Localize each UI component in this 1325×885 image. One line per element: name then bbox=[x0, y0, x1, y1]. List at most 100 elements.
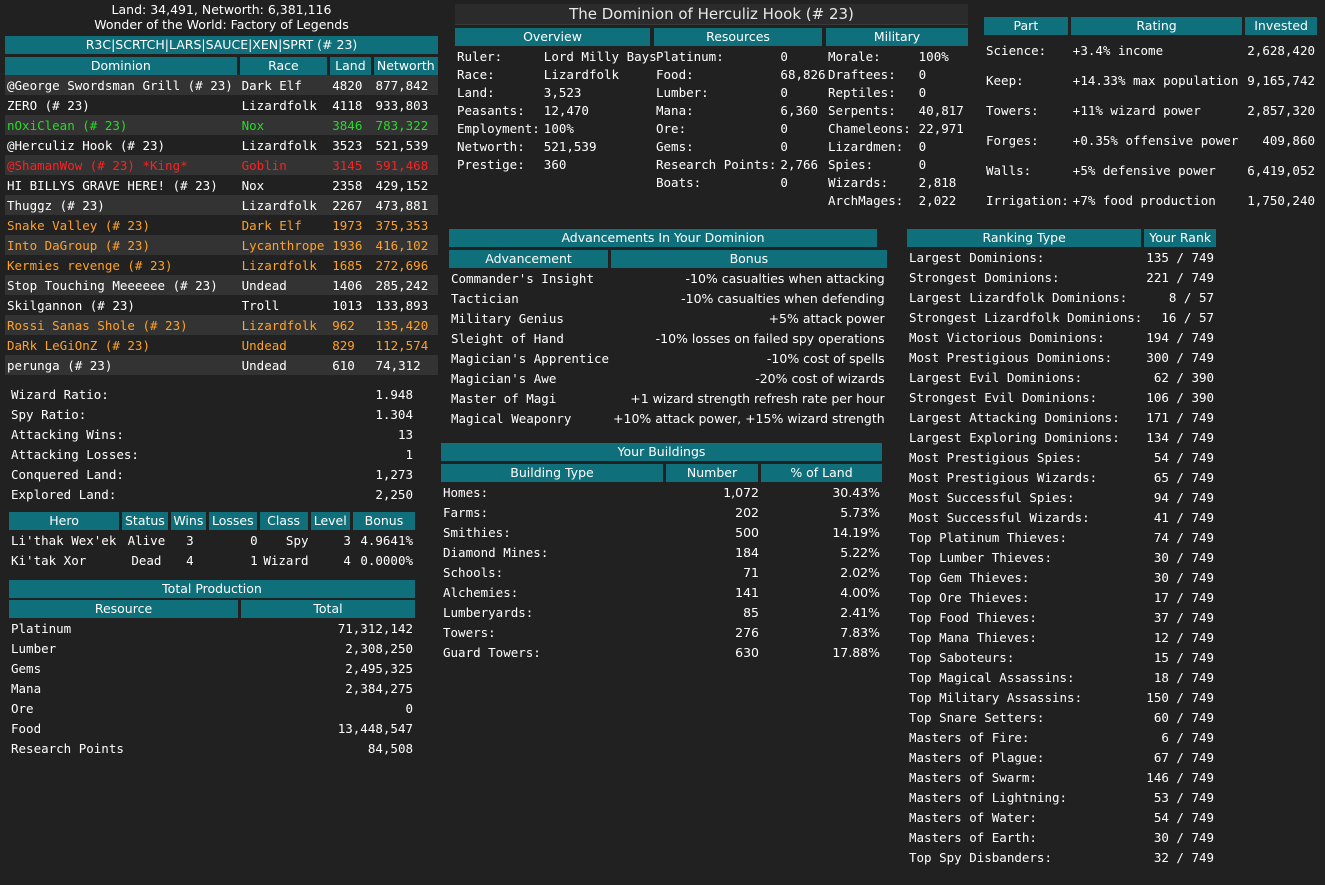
dominion-networth: 375,353 bbox=[375, 217, 429, 233]
building-type: Farms: bbox=[443, 504, 489, 520]
dominion-name-link[interactable]: Snake Valley (# 23) bbox=[5, 215, 240, 235]
dominion-networth: 473,881 bbox=[375, 197, 429, 213]
overview-table: Ruler: Lord Milly Bays Race: Lizardfolk Land… bbox=[455, 47, 659, 173]
realm-row[interactable]: Rossi Sanas Shole (# 23) Lizardfolk 962 135… bbox=[5, 315, 438, 335]
hero-level: 3 bbox=[343, 532, 351, 548]
ranking-type: Largest Dominions: bbox=[909, 249, 1045, 265]
production-resource: Gems bbox=[11, 660, 42, 676]
ranking-value: 194 / 749 bbox=[1146, 329, 1215, 345]
ranking-value: 65 / 749 bbox=[1153, 469, 1215, 485]
ranking-row: Masters of Swarm: 146 / 749 bbox=[907, 767, 1216, 787]
ranking-value: 146 / 749 bbox=[1146, 769, 1215, 785]
dominion-name-link[interactable]: Rossi Sanas Shole (# 23) bbox=[5, 315, 240, 335]
dominion-name-link[interactable]: @Herculiz Hook (# 23) bbox=[5, 135, 240, 155]
realm-row[interactable]: @ShamanWow (# 23) *King* Goblin 3145 591,46… bbox=[5, 155, 438, 175]
advancement-row: Commander's Insight -10% casualties when … bbox=[449, 268, 887, 288]
ranking-value: 135 / 749 bbox=[1146, 249, 1215, 265]
military-header: Military bbox=[826, 28, 968, 46]
ratio-value: 1.948 bbox=[375, 386, 413, 402]
realm-row[interactable]: DaRk LeGiOnZ (# 23) Undead 829 112,574 bbox=[5, 335, 438, 355]
overview-value: 100% bbox=[543, 120, 574, 136]
resources-table: Platinum: 0 Food: 68,826 Lumber: 0 Mana: 6,360 O… bbox=[654, 47, 828, 191]
dominion-name-link[interactable]: HI BILLYS GRAVE HERE! (# 23) bbox=[5, 175, 240, 195]
building-row: Schools: 71 2.02% bbox=[441, 562, 882, 582]
dominion-name-link[interactable]: Skilgannon (# 23) bbox=[5, 295, 240, 315]
improvement-rating: +3.4% income bbox=[1072, 42, 1164, 58]
production-total: 13,448,547 bbox=[337, 720, 413, 736]
overview-row: Prestige: 360 bbox=[455, 155, 659, 173]
dominion-name-link[interactable]: DaRk LeGiOnZ (# 23) bbox=[5, 335, 240, 355]
advancement-bonus: -10% losses on failed spy operations bbox=[655, 330, 885, 346]
kingdom-land-networth: Land: 34,491, Networth: 6,381,116 bbox=[111, 2, 332, 17]
production-total: 0 bbox=[405, 700, 413, 716]
col-invested: Invested bbox=[1245, 17, 1317, 35]
ranking-type: Strongest Evil Dominions: bbox=[909, 389, 1098, 405]
improvement-invested: 2,857,320 bbox=[1247, 102, 1315, 118]
resource-label: Research Points: bbox=[656, 156, 777, 172]
realm-row[interactable]: Snake Valley (# 23) Dark Elf 1973 375,353 bbox=[5, 215, 438, 235]
ranking-value: 221 / 749 bbox=[1146, 269, 1215, 285]
overview-label: Race: bbox=[457, 66, 495, 82]
overview-row: Race: Lizardfolk bbox=[455, 65, 659, 83]
dominion-name-link[interactable]: Into DaGroup (# 23) bbox=[5, 235, 240, 255]
ranking-row: Top Spy Disbanders: 32 / 749 bbox=[907, 847, 1216, 867]
col-class: Class bbox=[259, 512, 311, 530]
realm-row[interactable]: Stop Touching Meeeeee (# 23) Undead 1406 28… bbox=[5, 275, 438, 295]
wonder-of-the-world: Wonder of the World: Factory of Legends bbox=[94, 17, 349, 32]
production-resource: Lumber bbox=[11, 640, 57, 656]
realm-row[interactable]: Skilgannon (# 23) Troll 1013 133,893 bbox=[5, 295, 438, 315]
overview-value: Lizardfolk bbox=[543, 66, 620, 82]
ranking-row: Most Prestigious Dominions: 300 / 749 bbox=[907, 347, 1216, 367]
dominion-name-link[interactable]: perunga (# 23) bbox=[5, 355, 240, 375]
military-row: Chameleons: 22,971 bbox=[826, 119, 968, 137]
realm-row[interactable]: nOxiClean (# 23) Nox 3846 783,322 bbox=[5, 115, 438, 135]
realm-row[interactable]: Thuggz (# 23) Lizardfolk 2267 473,881 bbox=[5, 195, 438, 215]
improvement-invested: 9,165,742 bbox=[1247, 72, 1315, 88]
dominion-land: 3846 bbox=[332, 117, 363, 133]
production-total: 2,308,250 bbox=[345, 640, 413, 656]
dominion-name-link[interactable]: Stop Touching Meeeeee (# 23) bbox=[5, 275, 240, 295]
realm-row[interactable]: @George Swordsman Grill (# 23) Dark Elf 48… bbox=[5, 75, 438, 95]
dominion-networth: 133,893 bbox=[375, 297, 429, 313]
production-resource: Mana bbox=[11, 680, 42, 696]
advancement-bonus: -20% cost of wizards bbox=[755, 370, 885, 386]
realm-row[interactable]: ZERO (# 23) Lizardfolk 4118 933,803 bbox=[5, 95, 438, 115]
realm-row[interactable]: perunga (# 23) Undead 610 74,312 bbox=[5, 355, 438, 375]
dominion-name-link[interactable]: @ShamanWow (# 23) *King* bbox=[5, 155, 240, 175]
improvement-invested: 2,628,420 bbox=[1247, 42, 1315, 58]
improvement-rating: +0.35% offensive power bbox=[1072, 132, 1239, 148]
ranking-row: Top Magical Assassins: 18 / 749 bbox=[907, 667, 1216, 687]
dominion-name-link[interactable]: @George Swordsman Grill (# 23) bbox=[5, 75, 240, 95]
dominion-name-link[interactable]: Kermies revenge (# 23) bbox=[5, 255, 240, 275]
ranking-row: Masters of Plague: 67 / 749 bbox=[907, 747, 1216, 767]
resource-row: Ore: 0 bbox=[654, 119, 828, 137]
improvement-part: Keep: bbox=[986, 72, 1024, 88]
realm-row[interactable]: HI BILLYS GRAVE HERE! (# 23) Nox 2358 429,1… bbox=[5, 175, 438, 195]
realm-row[interactable]: Kermies revenge (# 23) Lizardfolk 1685 272,… bbox=[5, 255, 438, 275]
realm-row[interactable]: Into DaGroup (# 23) Lycanthrope 1936 416,10… bbox=[5, 235, 438, 255]
col-rating: Rating bbox=[1070, 17, 1246, 35]
overview-label: Prestige: bbox=[457, 156, 525, 172]
advancement-name: Master of Magi bbox=[451, 390, 557, 406]
dominion-networth: 877,842 bbox=[375, 77, 429, 93]
improvement-row: Keep: +14.33% max population 9,165,742 bbox=[984, 65, 1317, 95]
dominion-race: Goblin bbox=[241, 157, 287, 173]
ranking-value: 53 / 749 bbox=[1153, 789, 1215, 805]
dominion-name-link[interactable]: ZERO (# 23) bbox=[5, 95, 240, 115]
advancement-row: Military Genius +5% attack power bbox=[449, 308, 887, 328]
hero-losses: 1 bbox=[250, 552, 258, 568]
resource-label: Mana: bbox=[656, 102, 694, 118]
ratio-value: 1,273 bbox=[375, 466, 413, 482]
dominion-name-link[interactable]: nOxiClean (# 23) bbox=[5, 115, 240, 135]
ranking-row: Strongest Lizardfolk Dominions: 16 / 57 bbox=[907, 307, 1216, 327]
col-bonus: Bonus bbox=[352, 512, 415, 530]
dominion-land: 1685 bbox=[332, 257, 363, 273]
improvement-invested: 6,419,052 bbox=[1247, 162, 1315, 178]
realm-row[interactable]: @Herculiz Hook (# 23) Lizardfolk 3523 521,5… bbox=[5, 135, 438, 155]
hero-name: Ki'tak Xor bbox=[11, 552, 87, 568]
ranking-type: Top Spy Disbanders: bbox=[909, 849, 1052, 865]
ranking-row: Largest Dominions: 135 / 749 bbox=[907, 247, 1216, 267]
ranking-value: 150 / 749 bbox=[1146, 689, 1215, 705]
dominion-name-link[interactable]: Thuggz (# 23) bbox=[5, 195, 240, 215]
resource-value: 0 bbox=[780, 84, 788, 100]
